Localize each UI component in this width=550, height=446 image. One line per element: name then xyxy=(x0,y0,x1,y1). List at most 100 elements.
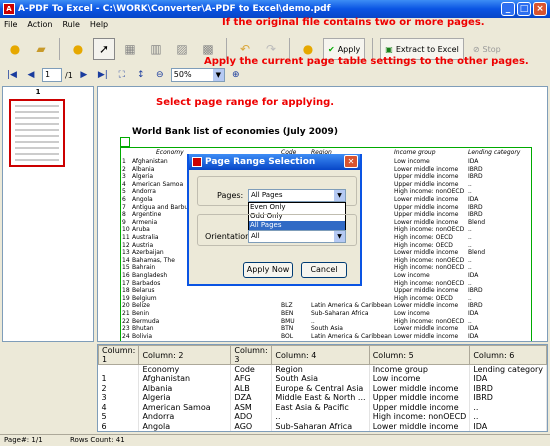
next-page-icon[interactable]: ▶ xyxy=(76,68,92,83)
table-cell[interactable]: Antigua and Barbuda xyxy=(139,431,231,432)
table-cell[interactable]: IBRD xyxy=(469,393,547,403)
table-row[interactable]: 7Antigua and BarbudaATGLatin America & C… xyxy=(99,431,547,432)
table-cell[interactable]: 6 xyxy=(98,421,140,431)
table-cell[interactable]: Latin America & Cari... xyxy=(272,431,369,432)
table-cell[interactable]: ADO xyxy=(230,412,273,422)
menu-action[interactable]: Action xyxy=(27,18,52,32)
table-cell[interactable]: 3 xyxy=(98,393,140,403)
table-cell[interactable]: Region xyxy=(271,364,370,374)
fit-page-icon[interactable]: ⛶ xyxy=(114,68,130,83)
doc-cell: Lower middle income xyxy=(394,332,459,340)
table-cell[interactable]: 4 xyxy=(98,402,140,412)
orientation-select[interactable]: All ▼ xyxy=(248,230,346,243)
page-thumbnail[interactable] xyxy=(9,99,65,167)
prev-page-icon[interactable]: ◀ xyxy=(23,68,39,83)
menu-file[interactable]: File xyxy=(4,18,17,32)
zoom-in-icon[interactable]: ⊕ xyxy=(228,68,244,83)
table-cell[interactable]: Income group xyxy=(369,364,471,374)
minimize-button[interactable]: _ xyxy=(501,2,515,16)
table-cell[interactable]: Upper middle income xyxy=(369,393,471,403)
table-cell[interactable]: Andorra xyxy=(138,412,232,422)
doc-cell: IDA xyxy=(468,272,479,279)
grid-col-header[interactable]: Column: 5 xyxy=(368,345,471,365)
open-file-icon[interactable]: ▰ xyxy=(30,38,52,60)
table-row[interactable]: Economy Code Region Income group Lending cat… xyxy=(98,364,547,374)
table-cell[interactable]: ASM xyxy=(230,402,273,412)
table-cell[interactable]: High income: nonOECD xyxy=(369,412,471,422)
apply-now-button[interactable]: Apply Now xyxy=(243,262,293,278)
menu-help[interactable]: Help xyxy=(90,18,108,32)
fit-height-icon[interactable]: ↕ xyxy=(133,68,149,83)
table-cell[interactable]: Sub-Saharan Africa xyxy=(271,421,370,431)
grid-col-header[interactable]: Column: 6 xyxy=(469,345,547,365)
page-total: /1 xyxy=(65,70,73,80)
table-cell[interactable]: IDA xyxy=(469,421,547,431)
table-cell[interactable]: Code xyxy=(230,364,273,374)
table-cell[interactable]: 5 xyxy=(98,412,140,422)
table-cell[interactable]: Upper middle income xyxy=(369,431,470,432)
grid-col-header[interactable]: Column: 3 xyxy=(230,345,273,365)
doc-cell: IBRD xyxy=(468,165,483,173)
close-icon[interactable]: ✕ xyxy=(344,155,358,168)
maximize-button[interactable]: □ xyxy=(517,2,531,16)
table-cell[interactable]: IBRD xyxy=(470,431,547,432)
menu-rule[interactable]: Rule xyxy=(62,18,79,32)
table-cell[interactable]: Economy xyxy=(138,364,232,374)
table-cell[interactable]: AGO xyxy=(230,421,273,431)
table-cell[interactable] xyxy=(98,364,140,374)
table-cell[interactable]: American Samoa xyxy=(138,402,232,412)
table-cell[interactable]: Albania xyxy=(138,383,232,393)
step2-icon[interactable]: ● xyxy=(67,38,89,60)
first-page-icon[interactable]: |◀ xyxy=(4,68,20,83)
table-cell[interactable]: .. xyxy=(271,412,370,422)
edit-tool-icon[interactable]: ▨ xyxy=(171,38,193,60)
table-cell[interactable]: Low income xyxy=(369,374,471,384)
table-cell[interactable]: Lending category xyxy=(469,364,547,374)
table-cell[interactable]: AFG xyxy=(230,374,273,384)
last-page-icon[interactable]: ▶| xyxy=(95,68,111,83)
table-row[interactable]: 5 Andorra ADO.. High income: nonOECD.. xyxy=(98,412,547,422)
table-cell[interactable]: Algeria xyxy=(138,393,232,403)
doc-cell: Armenia xyxy=(132,218,158,226)
table-cell[interactable]: Lower middle income xyxy=(369,421,471,431)
close-button[interactable]: × xyxy=(533,2,547,16)
table-cell[interactable]: .. xyxy=(469,412,547,422)
select-cursor-icon[interactable]: ➚ xyxy=(93,38,115,60)
table-row[interactable]: 3 Algeria DZA Middle East & North ... Upper … xyxy=(98,393,547,403)
table-cell[interactable]: East Asia & Pacific xyxy=(271,402,370,412)
table-row[interactable]: 6 Angola AGO Sub-Saharan Africa Lower middle… xyxy=(98,421,547,431)
table-row[interactable]: 2 Albania ALB Europe & Central Asia Lower mi… xyxy=(98,383,547,393)
table-cell[interactable]: ALB xyxy=(230,383,273,393)
pages-select[interactable]: All Pages ▼ xyxy=(248,189,346,202)
table-cell[interactable]: Afghanistan xyxy=(138,374,232,384)
zoom-select[interactable]: 50% ▼ xyxy=(170,68,225,82)
step1-icon[interactable]: ● xyxy=(4,38,26,60)
table-select-icon[interactable] xyxy=(120,137,130,147)
table-cell[interactable]: ATG xyxy=(231,431,272,432)
doc-cell: High income: OECD xyxy=(394,241,453,249)
table-row[interactable]: 1 Afghanistan AFG South Asia Low income IDA xyxy=(98,374,547,384)
table-row[interactable]: 4 American Samoa ASM East Asia & Pacific Upp… xyxy=(98,402,547,412)
table-cell[interactable]: 1 xyxy=(98,374,140,384)
table-cell[interactable]: Upper middle income xyxy=(369,402,471,412)
grid-col-header[interactable]: Column: 1 xyxy=(98,345,140,365)
grid-col-header[interactable]: Column: 2 xyxy=(138,345,232,365)
table-cell[interactable]: South Asia xyxy=(271,374,370,384)
table-cell[interactable]: Angola xyxy=(138,421,232,431)
table-tool-icon[interactable]: ▦ xyxy=(119,38,141,60)
grid-col-header[interactable]: Column: 4 xyxy=(271,345,370,365)
zoom-out-icon[interactable]: ⊖ xyxy=(152,68,168,83)
table-cell[interactable]: IBRD xyxy=(469,383,547,393)
page-number-input[interactable]: 1 xyxy=(42,68,62,82)
option-even-only[interactable]: Even Only xyxy=(249,203,345,212)
table-cell[interactable]: Europe & Central Asia xyxy=(271,383,370,393)
table-cell[interactable]: Middle East & North ... xyxy=(271,393,370,403)
columns-tool-icon[interactable]: ▥ xyxy=(145,38,167,60)
table-cell[interactable]: IDA xyxy=(469,374,547,384)
table-cell[interactable]: DZA xyxy=(230,393,273,403)
table-cell[interactable]: Lower middle income xyxy=(369,383,471,393)
table-cell[interactable]: 2 xyxy=(98,383,140,393)
table-cell[interactable]: 7 xyxy=(99,431,139,432)
cancel-button[interactable]: Cancel xyxy=(301,262,347,278)
table-cell[interactable]: .. xyxy=(469,402,547,412)
